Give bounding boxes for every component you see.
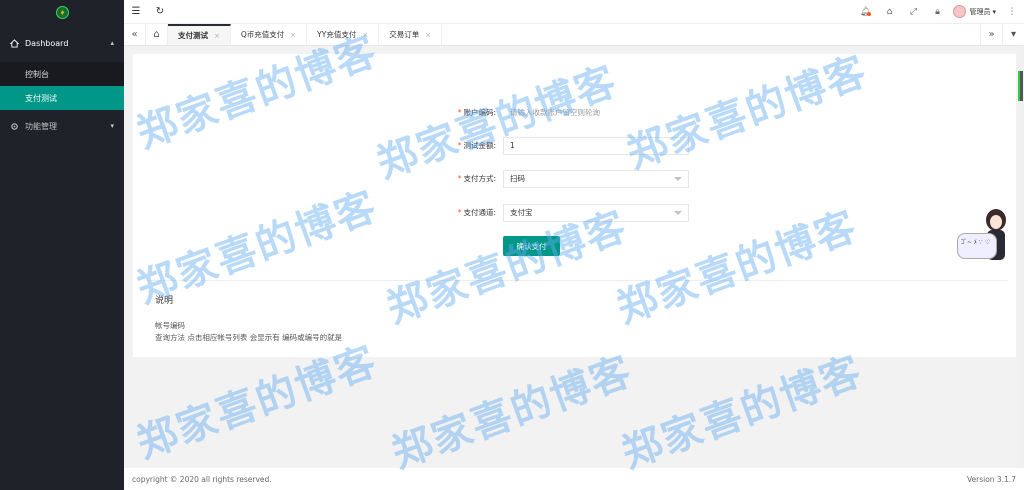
watermark-text: 郑家喜的博客 bbox=[386, 348, 639, 478]
notification-dot bbox=[867, 11, 872, 16]
required-mark: * bbox=[457, 108, 462, 117]
form-row-amount: * 测试金额: 1 bbox=[133, 137, 1016, 155]
close-icon[interactable]: × bbox=[214, 32, 220, 40]
section-divider bbox=[148, 280, 1008, 281]
method-label: * 支付方式: bbox=[457, 174, 496, 183]
version-text: Version 3.1.7 bbox=[966, 474, 1016, 484]
sidebar-item-console[interactable]: 控制台 bbox=[0, 62, 124, 86]
amount-label: * 测试金额: bbox=[457, 141, 496, 150]
channel-label: * 支付通道: bbox=[457, 208, 496, 217]
account-label: * 账户编码: bbox=[457, 108, 496, 117]
watermark-text: 郑家喜的博客 bbox=[616, 348, 869, 478]
notes-line: 查询方法 点击相应帐号列表 会显示有 编码或编号的就是 bbox=[155, 333, 343, 342]
sidebar-subnav: 控制台 支付测试 bbox=[0, 62, 124, 110]
tab-orders[interactable]: 交易订单 × bbox=[379, 24, 443, 45]
tab-label: YY充值支付 bbox=[317, 30, 357, 39]
tab-bar: « ⌂ 支付测试 × Q币充值支付 × YY充值支付 × 交易订单 × » ▾ bbox=[124, 24, 1024, 46]
tabs-scroll-left-icon[interactable]: « bbox=[124, 24, 146, 45]
fullscreen-icon[interactable]: ⤢ bbox=[901, 7, 925, 17]
sidebar: Dashboard ▴ 控制台 支付测试 功能管理 ▾ bbox=[0, 0, 124, 490]
required-mark: * bbox=[457, 208, 462, 217]
required-mark: * bbox=[457, 174, 462, 183]
form-row-channel: * 支付通道: 支付宝 bbox=[133, 204, 1016, 222]
tab-yy-payment[interactable]: YY充值支付 × bbox=[307, 24, 380, 45]
scrollbar-thumb[interactable] bbox=[1018, 71, 1023, 101]
footer: copyright © 2020 all rights reserved. Ve… bbox=[124, 468, 1024, 490]
sidebar-group-functions[interactable]: 功能管理 ▾ bbox=[0, 110, 124, 142]
required-mark: * bbox=[457, 141, 462, 150]
mascot-widget[interactable]: ｺﾞ~ ﾒ ∵ ♡ bbox=[957, 208, 1017, 263]
copyright-text: copyright © 2020 all rights reserved. bbox=[132, 474, 272, 484]
form-row-method: * 支付方式: 扫码 bbox=[133, 170, 1016, 188]
payment-method-select[interactable]: 扫码 bbox=[503, 170, 689, 188]
notes-line: 帐号编码 bbox=[155, 321, 185, 330]
top-header: ☰ ↻ 🔔︎ ⌂ ⤢ 🔒︎ 管理员 ▾ ⋮ bbox=[124, 0, 1024, 24]
lock-icon[interactable]: 🔒︎ bbox=[925, 7, 949, 17]
sidebar-group-label: Dashboard bbox=[25, 38, 69, 48]
sidebar-group-dashboard[interactable]: Dashboard ▴ bbox=[0, 24, 124, 62]
logo-icon bbox=[55, 5, 69, 19]
tabs-right-controls: » ▾ bbox=[980, 24, 1024, 45]
chevron-down-icon: ▾ bbox=[110, 122, 114, 130]
tab-qcoin-payment[interactable]: Q币充值支付 × bbox=[231, 24, 308, 45]
chevron-up-icon: ▴ bbox=[110, 39, 114, 47]
tab-payment-test[interactable]: 支付测试 × bbox=[168, 24, 231, 45]
refresh-icon[interactable]: ↻ bbox=[148, 0, 172, 24]
more-icon[interactable]: ⋮ bbox=[1000, 7, 1024, 17]
avatar bbox=[953, 5, 967, 18]
tab-label: 支付测试 bbox=[178, 31, 208, 40]
form-row-account: * 账户编码: 请输入收款账户留空则轮询 bbox=[133, 104, 1016, 122]
sidebar-item-payment-test[interactable]: 支付测试 bbox=[0, 86, 124, 110]
tag-icon[interactable]: ⌂ bbox=[877, 7, 901, 17]
payment-test-card: * 账户编码: 请输入收款账户留空则轮询 * 测试金额: 1 * 支付方式: 扫码 *… bbox=[133, 54, 1016, 357]
bell-icon[interactable]: 🔔︎ bbox=[853, 7, 877, 17]
chevron-down-icon: ▾ bbox=[992, 7, 996, 16]
sidebar-group-label: 功能管理 bbox=[25, 121, 57, 131]
page-scrollbar[interactable] bbox=[1017, 46, 1024, 468]
mascot-bubble: ｺﾞ~ ﾒ ∵ ♡ bbox=[957, 233, 997, 259]
payment-channel-select[interactable]: 支付宝 bbox=[503, 204, 689, 222]
chevron-down-icon bbox=[674, 177, 682, 181]
sidebar-item-label: 支付测试 bbox=[25, 93, 57, 103]
gear-icon bbox=[10, 122, 19, 131]
chevron-down-icon bbox=[674, 211, 682, 215]
tabs-scroll-right-icon[interactable]: » bbox=[980, 24, 1002, 45]
home-tab-icon[interactable]: ⌂ bbox=[146, 24, 168, 45]
close-icon[interactable]: × bbox=[362, 31, 368, 39]
tab-label: Q币充值支付 bbox=[240, 30, 285, 39]
user-name: 管理员 bbox=[969, 7, 991, 16]
logo[interactable] bbox=[0, 0, 124, 24]
close-icon[interactable]: × bbox=[290, 31, 296, 39]
notes-title: 说明 bbox=[155, 296, 174, 306]
confirm-payment-button[interactable]: 确认支付 bbox=[503, 236, 560, 256]
tab-label: 交易订单 bbox=[389, 30, 420, 39]
close-icon[interactable]: × bbox=[425, 31, 431, 39]
account-code-input[interactable]: 请输入收款账户留空则轮询 bbox=[503, 104, 689, 122]
tabs-dropdown-icon[interactable]: ▾ bbox=[1002, 24, 1024, 45]
home-icon bbox=[10, 38, 19, 48]
amount-input[interactable]: 1 bbox=[503, 137, 689, 155]
menu-toggle-icon[interactable]: ☰ bbox=[124, 0, 148, 24]
user-menu[interactable]: 管理员 ▾ bbox=[949, 5, 1000, 18]
header-actions: 🔔︎ ⌂ ⤢ 🔒︎ 管理员 ▾ ⋮ bbox=[853, 0, 1024, 24]
sidebar-item-label: 控制台 bbox=[25, 69, 49, 79]
